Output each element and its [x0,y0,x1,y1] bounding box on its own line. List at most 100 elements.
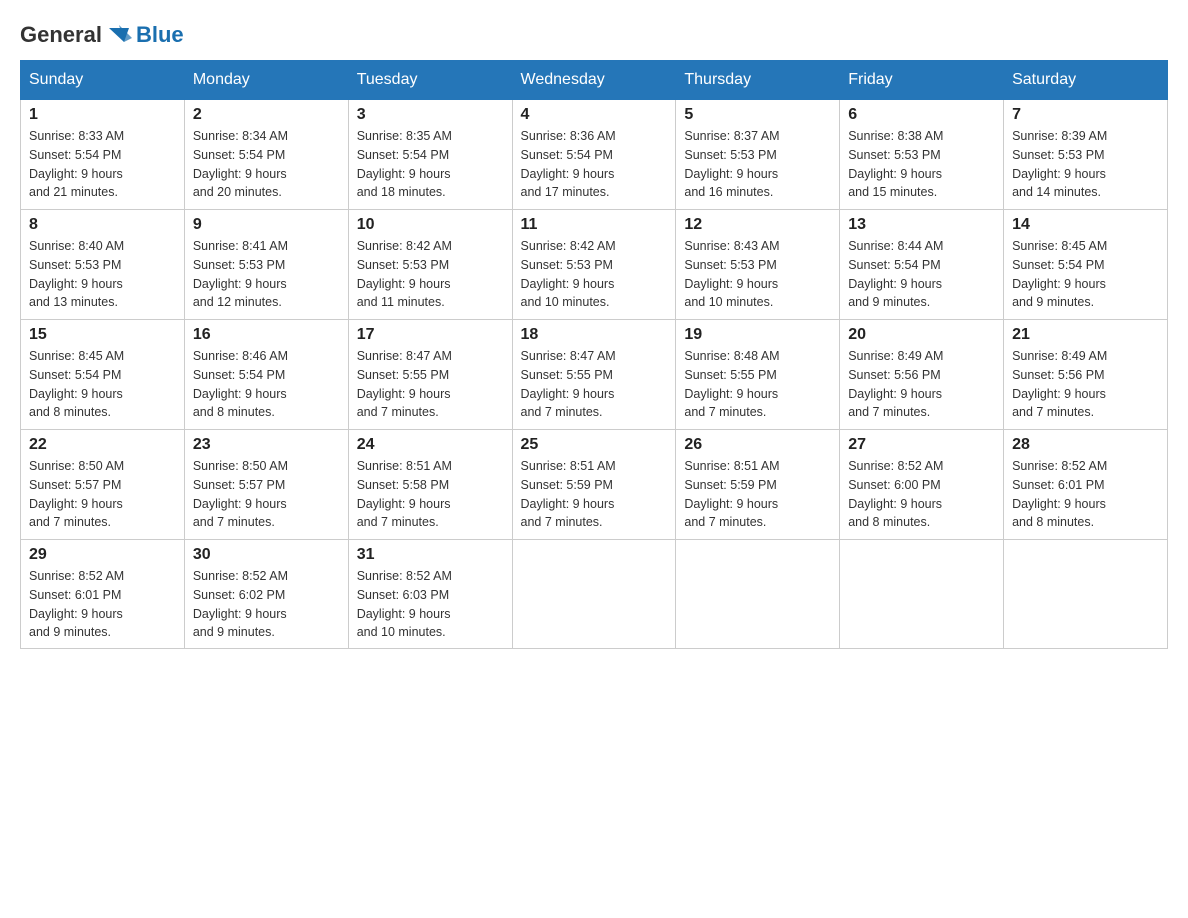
day-info: Sunrise: 8:42 AM Sunset: 5:53 PM Dayligh… [357,237,504,312]
weekday-header-thursday: Thursday [676,61,840,100]
day-cell-4: 4 Sunrise: 8:36 AM Sunset: 5:54 PM Dayli… [512,100,676,210]
day-number: 21 [1012,326,1159,344]
day-cell-24: 24 Sunrise: 8:51 AM Sunset: 5:58 PM Dayl… [348,430,512,540]
day-number: 17 [357,326,504,344]
empty-cell [840,540,1004,649]
weekday-header-saturday: Saturday [1004,61,1168,100]
day-info: Sunrise: 8:47 AM Sunset: 5:55 PM Dayligh… [521,347,668,422]
day-number: 19 [684,326,831,344]
day-info: Sunrise: 8:51 AM Sunset: 5:59 PM Dayligh… [521,457,668,532]
page-header: General Blue [20,20,1168,50]
day-number: 13 [848,216,995,234]
day-number: 28 [1012,436,1159,454]
day-number: 7 [1012,106,1159,124]
day-cell-15: 15 Sunrise: 8:45 AM Sunset: 5:54 PM Dayl… [21,320,185,430]
day-cell-6: 6 Sunrise: 8:38 AM Sunset: 5:53 PM Dayli… [840,100,1004,210]
day-info: Sunrise: 8:52 AM Sunset: 6:02 PM Dayligh… [193,567,340,642]
day-info: Sunrise: 8:47 AM Sunset: 5:55 PM Dayligh… [357,347,504,422]
day-cell-21: 21 Sunrise: 8:49 AM Sunset: 5:56 PM Dayl… [1004,320,1168,430]
day-number: 9 [193,216,340,234]
day-cell-25: 25 Sunrise: 8:51 AM Sunset: 5:59 PM Dayl… [512,430,676,540]
day-info: Sunrise: 8:49 AM Sunset: 5:56 PM Dayligh… [1012,347,1159,422]
week-row-4: 22 Sunrise: 8:50 AM Sunset: 5:57 PM Dayl… [21,430,1168,540]
day-info: Sunrise: 8:35 AM Sunset: 5:54 PM Dayligh… [357,127,504,202]
day-number: 2 [193,106,340,124]
day-info: Sunrise: 8:38 AM Sunset: 5:53 PM Dayligh… [848,127,995,202]
day-cell-23: 23 Sunrise: 8:50 AM Sunset: 5:57 PM Dayl… [184,430,348,540]
week-row-3: 15 Sunrise: 8:45 AM Sunset: 5:54 PM Dayl… [21,320,1168,430]
weekday-header-tuesday: Tuesday [348,61,512,100]
logo-icon [104,20,134,50]
empty-cell [512,540,676,649]
day-number: 31 [357,546,504,564]
day-cell-3: 3 Sunrise: 8:35 AM Sunset: 5:54 PM Dayli… [348,100,512,210]
day-number: 20 [848,326,995,344]
day-number: 5 [684,106,831,124]
day-info: Sunrise: 8:41 AM Sunset: 5:53 PM Dayligh… [193,237,340,312]
day-number: 14 [1012,216,1159,234]
weekday-header-friday: Friday [840,61,1004,100]
day-info: Sunrise: 8:43 AM Sunset: 5:53 PM Dayligh… [684,237,831,312]
week-row-2: 8 Sunrise: 8:40 AM Sunset: 5:53 PM Dayli… [21,210,1168,320]
day-info: Sunrise: 8:52 AM Sunset: 6:00 PM Dayligh… [848,457,995,532]
day-number: 11 [521,216,668,234]
day-info: Sunrise: 8:52 AM Sunset: 6:01 PM Dayligh… [29,567,176,642]
day-info: Sunrise: 8:33 AM Sunset: 5:54 PM Dayligh… [29,127,176,202]
day-number: 30 [193,546,340,564]
day-cell-17: 17 Sunrise: 8:47 AM Sunset: 5:55 PM Dayl… [348,320,512,430]
day-info: Sunrise: 8:34 AM Sunset: 5:54 PM Dayligh… [193,127,340,202]
day-cell-2: 2 Sunrise: 8:34 AM Sunset: 5:54 PM Dayli… [184,100,348,210]
day-cell-9: 9 Sunrise: 8:41 AM Sunset: 5:53 PM Dayli… [184,210,348,320]
day-info: Sunrise: 8:49 AM Sunset: 5:56 PM Dayligh… [848,347,995,422]
day-number: 6 [848,106,995,124]
day-info: Sunrise: 8:52 AM Sunset: 6:01 PM Dayligh… [1012,457,1159,532]
day-number: 1 [29,106,176,124]
day-info: Sunrise: 8:44 AM Sunset: 5:54 PM Dayligh… [848,237,995,312]
day-info: Sunrise: 8:40 AM Sunset: 5:53 PM Dayligh… [29,237,176,312]
day-number: 16 [193,326,340,344]
day-number: 24 [357,436,504,454]
day-number: 29 [29,546,176,564]
logo: General Blue [20,20,184,50]
day-cell-14: 14 Sunrise: 8:45 AM Sunset: 5:54 PM Dayl… [1004,210,1168,320]
day-cell-7: 7 Sunrise: 8:39 AM Sunset: 5:53 PM Dayli… [1004,100,1168,210]
day-number: 25 [521,436,668,454]
day-cell-22: 22 Sunrise: 8:50 AM Sunset: 5:57 PM Dayl… [21,430,185,540]
day-cell-8: 8 Sunrise: 8:40 AM Sunset: 5:53 PM Dayli… [21,210,185,320]
day-number: 3 [357,106,504,124]
day-number: 4 [521,106,668,124]
day-cell-13: 13 Sunrise: 8:44 AM Sunset: 5:54 PM Dayl… [840,210,1004,320]
day-info: Sunrise: 8:36 AM Sunset: 5:54 PM Dayligh… [521,127,668,202]
day-info: Sunrise: 8:51 AM Sunset: 5:59 PM Dayligh… [684,457,831,532]
empty-cell [1004,540,1168,649]
day-info: Sunrise: 8:39 AM Sunset: 5:53 PM Dayligh… [1012,127,1159,202]
day-cell-19: 19 Sunrise: 8:48 AM Sunset: 5:55 PM Dayl… [676,320,840,430]
weekday-header-row: SundayMondayTuesdayWednesdayThursdayFrid… [21,61,1168,100]
day-number: 26 [684,436,831,454]
day-number: 18 [521,326,668,344]
calendar-table: SundayMondayTuesdayWednesdayThursdayFrid… [20,60,1168,649]
day-cell-1: 1 Sunrise: 8:33 AM Sunset: 5:54 PM Dayli… [21,100,185,210]
day-number: 27 [848,436,995,454]
empty-cell [676,540,840,649]
day-number: 8 [29,216,176,234]
day-info: Sunrise: 8:45 AM Sunset: 5:54 PM Dayligh… [29,347,176,422]
week-row-5: 29 Sunrise: 8:52 AM Sunset: 6:01 PM Dayl… [21,540,1168,649]
day-info: Sunrise: 8:46 AM Sunset: 5:54 PM Dayligh… [193,347,340,422]
day-info: Sunrise: 8:50 AM Sunset: 5:57 PM Dayligh… [193,457,340,532]
week-row-1: 1 Sunrise: 8:33 AM Sunset: 5:54 PM Dayli… [21,100,1168,210]
weekday-header-sunday: Sunday [21,61,185,100]
weekday-header-monday: Monday [184,61,348,100]
day-cell-10: 10 Sunrise: 8:42 AM Sunset: 5:53 PM Dayl… [348,210,512,320]
day-cell-5: 5 Sunrise: 8:37 AM Sunset: 5:53 PM Dayli… [676,100,840,210]
day-cell-18: 18 Sunrise: 8:47 AM Sunset: 5:55 PM Dayl… [512,320,676,430]
day-info: Sunrise: 8:42 AM Sunset: 5:53 PM Dayligh… [521,237,668,312]
day-info: Sunrise: 8:52 AM Sunset: 6:03 PM Dayligh… [357,567,504,642]
day-cell-12: 12 Sunrise: 8:43 AM Sunset: 5:53 PM Dayl… [676,210,840,320]
day-number: 23 [193,436,340,454]
day-info: Sunrise: 8:37 AM Sunset: 5:53 PM Dayligh… [684,127,831,202]
day-cell-29: 29 Sunrise: 8:52 AM Sunset: 6:01 PM Dayl… [21,540,185,649]
day-cell-11: 11 Sunrise: 8:42 AM Sunset: 5:53 PM Dayl… [512,210,676,320]
day-number: 22 [29,436,176,454]
day-cell-16: 16 Sunrise: 8:46 AM Sunset: 5:54 PM Dayl… [184,320,348,430]
